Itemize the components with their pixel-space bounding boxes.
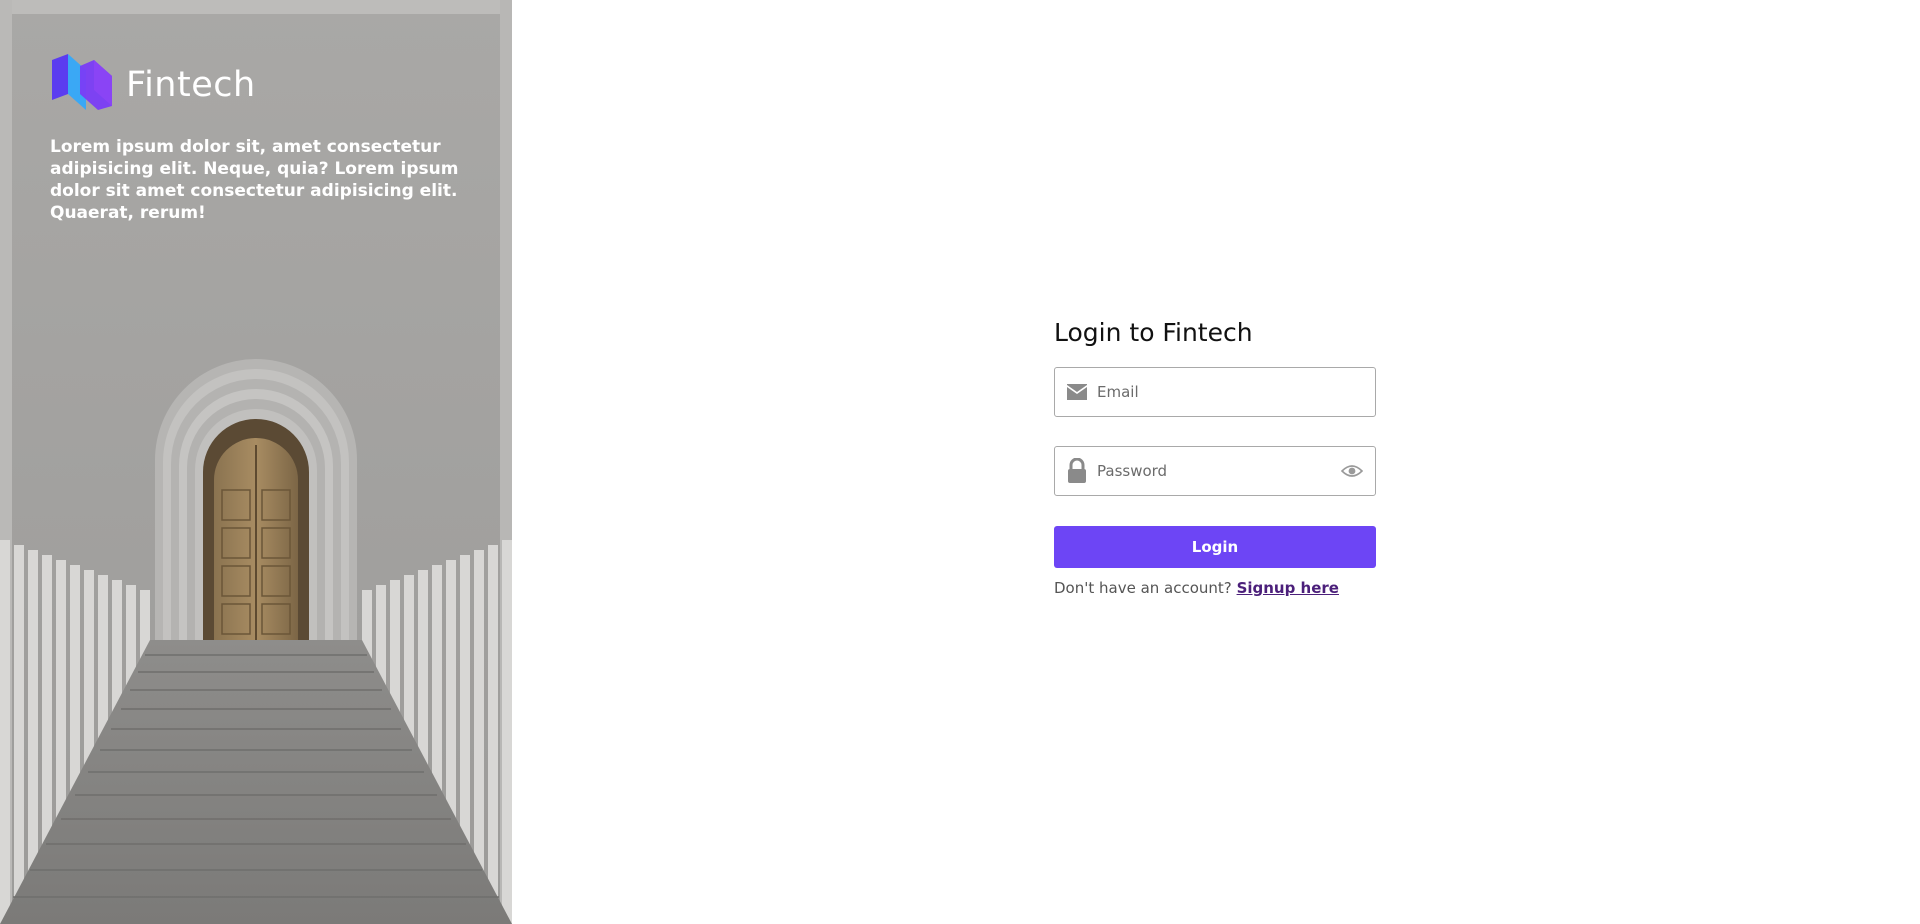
eye-icon[interactable]: [1339, 461, 1365, 481]
email-field[interactable]: [1054, 367, 1376, 417]
lock-icon: [1065, 458, 1089, 483]
envelope-icon: [1065, 380, 1089, 404]
password-field[interactable]: [1054, 446, 1376, 496]
hero-description: Lorem ipsum dolor sit, amet consectetur …: [50, 137, 459, 223]
form-title: Login to Fintech: [1054, 318, 1253, 347]
email-input[interactable]: [1095, 371, 1375, 413]
brand-name: Fintech: [126, 64, 256, 105]
hero-panel: Fintech Lorem ipsum dolor sit, amet cons…: [0, 0, 512, 924]
login-page: Fintech Lorem ipsum dolor sit, amet cons…: [0, 0, 1920, 924]
brand: Fintech: [50, 54, 256, 115]
login-form: Login to Fintech Email Login Don't have …: [1054, 318, 1378, 597]
signup-row: Don't have an account? Signup here: [1054, 579, 1378, 597]
password-input[interactable]: [1095, 450, 1339, 492]
login-button[interactable]: Login: [1054, 526, 1376, 568]
signup-link[interactable]: Signup here: [1237, 579, 1339, 597]
signup-prompt: Don't have an account?: [1054, 579, 1232, 597]
logo-icon: [50, 54, 112, 115]
